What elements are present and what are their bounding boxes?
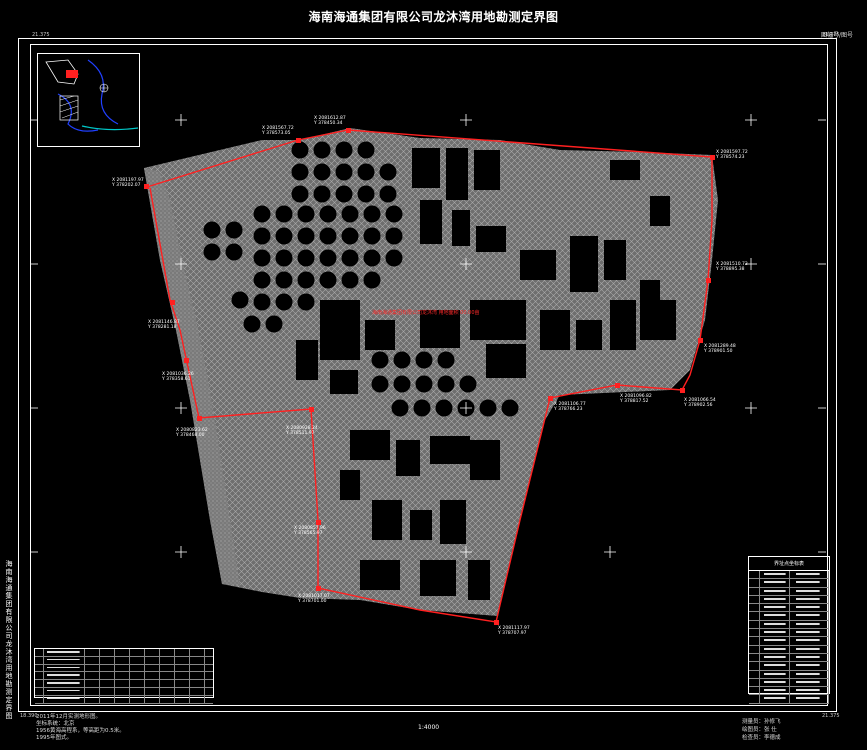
- area-table-row: [35, 672, 213, 681]
- coord-label: X 2081106.77 Y 378766.23: [554, 402, 586, 412]
- coord-label: X 2081036.26 Y 378358.61: [162, 372, 194, 382]
- area-table-row: [35, 687, 213, 696]
- coord-label: X 2081096.82 Y 378817.52: [620, 394, 652, 404]
- note-line: 2011年12月实测地形图。: [36, 714, 101, 720]
- coordinate-table-row: [749, 670, 829, 679]
- coordinate-table-row: [749, 653, 829, 663]
- coordinate-table-row: [749, 678, 829, 688]
- area-table-rows: [35, 649, 213, 704]
- coordinate-table-row: [749, 620, 829, 630]
- signature-block: 测量员：孙修飞 绘图员：张 仕 检查员：李德成: [742, 718, 781, 742]
- checker-line: 检查员：李德成: [742, 735, 781, 741]
- coordinate-table-row: [749, 629, 829, 638]
- coord-label: X 2081117.97 Y 378707.97: [498, 626, 530, 636]
- coordinate-table: 界址点坐标表: [748, 556, 830, 704]
- coord-label: X 2081597.72 Y 378574.23: [716, 150, 748, 160]
- coordinate-table-title: 界址点坐标表: [749, 557, 829, 571]
- coordinate-table-row: [749, 662, 829, 671]
- coord-label: X 2080857.96 Y 378565.97: [294, 526, 326, 536]
- area-table-row: [35, 656, 213, 665]
- coord-label: X 2081197.97 Y 378202.07: [112, 178, 144, 188]
- coordinate-table-row: [749, 604, 829, 613]
- coord-label: X 2081510.73 Y 378895.38: [716, 262, 748, 272]
- coordinate-table-row: [749, 579, 829, 588]
- coord-label: X 2081289.48 Y 378901.50: [704, 344, 736, 354]
- land-area-label: 海南海通集团有限公司龙沐湾 用地面积 00.00亩: [372, 310, 480, 316]
- coord-label: X 2081066.54 Y 378902.56: [684, 398, 716, 408]
- area-table-row: [35, 664, 213, 673]
- coordinate-table-row: [749, 612, 829, 621]
- inset-location-map: [37, 53, 140, 147]
- note-line: 1995年图式。: [36, 735, 72, 741]
- area-table-row: [35, 680, 213, 688]
- coordinate-table-row: [749, 571, 829, 580]
- coord-label: X 2080823.62 Y 378468.00: [176, 428, 208, 438]
- coordinate-table-row: [749, 687, 829, 696]
- area-table-row: [35, 695, 213, 704]
- area-statistics-table: [34, 648, 214, 704]
- coordinate-table-row: [749, 695, 829, 704]
- coordinate-table-row: [749, 637, 829, 646]
- map-scale: 1:4000: [418, 724, 440, 731]
- inset-drawing: [45, 59, 139, 132]
- note-line: 坐标系统：北京: [36, 721, 75, 727]
- area-table-row: [35, 649, 213, 657]
- coordinate-table-rows: [749, 571, 829, 704]
- map-notes: 2011年12月实测地形图。 坐标系统：北京 1956黄海高程系，等高距为0.5…: [36, 714, 125, 742]
- coord-label: X 2080928.24 Y 378511.97: [286, 426, 318, 436]
- drafter-line: 绘图员：张 仕: [742, 727, 777, 733]
- coord-label: X 2081146.87 Y 378281.18: [148, 320, 180, 330]
- coordinate-table-row: [749, 645, 829, 654]
- note-line: 1956黄海高程系，等高距为0.5米。: [36, 728, 125, 734]
- coordinate-table-row: [749, 595, 829, 605]
- surveyor-line: 测量员：孙修飞: [742, 719, 781, 725]
- coord-label: X 2081567.72 Y 378573.05: [262, 126, 294, 136]
- coord-label: X 2081017.07 Y 378701.00: [298, 594, 330, 604]
- coord-label: X 2081612.87 Y 378450.34: [314, 116, 346, 126]
- coordinate-table-row: [749, 587, 829, 596]
